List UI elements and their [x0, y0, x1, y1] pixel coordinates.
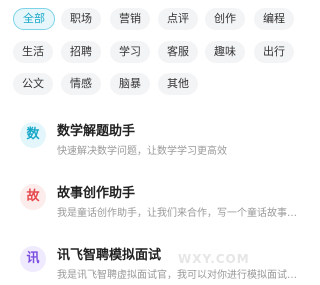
assistant-item-math[interactable]: 数 数学解题助手 快速解决数学问题，让数学学习更高效	[0, 110, 305, 168]
assistant-title: 数学解题助手	[57, 124, 136, 139]
watermark: WXY.COM	[178, 252, 250, 266]
chip-recruit[interactable]: 招聘	[61, 41, 101, 63]
category-filter: 全部 职场 营销 点评 创作 编程 生活 招聘 学习 客服 趣味 出行 公文 情…	[0, 0, 305, 100]
assistant-description: 我是童话创作助手，让我们来合作，写一个童话故事…	[57, 208, 297, 219]
assistant-description: 快速解决数学问题，让数学学习更高效	[57, 146, 227, 157]
assistant-title: 讯飞智聘模拟面试	[57, 248, 162, 263]
chip-creation[interactable]: 创作	[205, 8, 245, 30]
chip-other[interactable]: 其他	[158, 73, 198, 95]
chip-life[interactable]: 生活	[13, 41, 53, 63]
chip-study[interactable]: 学习	[110, 41, 150, 63]
interview-avatar-icon: 讯	[20, 246, 46, 272]
chip-all[interactable]: 全部	[13, 8, 55, 30]
chip-document[interactable]: 公文	[13, 73, 53, 95]
assistant-page: 全部 职场 营销 点评 创作 编程 生活 招聘 学习 客服 趣味 出行 公文 情…	[0, 0, 305, 285]
story-avatar-icon: 故	[20, 184, 46, 210]
assistant-item-story[interactable]: 故 故事创作助手 我是童话创作助手，让我们来合作，写一个童话故事…	[0, 172, 305, 230]
chip-service[interactable]: 客服	[158, 41, 198, 63]
assistant-title: 故事创作助手	[57, 186, 136, 201]
chip-travel[interactable]: 出行	[254, 41, 294, 63]
chip-emotion[interactable]: 情感	[61, 73, 101, 95]
math-avatar-icon: 数	[20, 122, 46, 148]
chip-brainstorm[interactable]: 脑暴	[110, 73, 150, 95]
assistant-item-interview[interactable]: 讯 讯飞智聘模拟面试 我是讯飞智聘虚拟面试官，我可以对你进行模拟面试…	[0, 234, 305, 285]
chip-marketing[interactable]: 营销	[110, 8, 150, 30]
chip-review[interactable]: 点评	[158, 8, 198, 30]
chip-programming[interactable]: 编程	[254, 8, 294, 30]
chip-workplace[interactable]: 职场	[61, 8, 101, 30]
chip-fun[interactable]: 趣味	[205, 41, 245, 63]
assistant-description: 我是讯飞智聘虚拟面试官，我可以对你进行模拟面试…	[57, 270, 297, 281]
